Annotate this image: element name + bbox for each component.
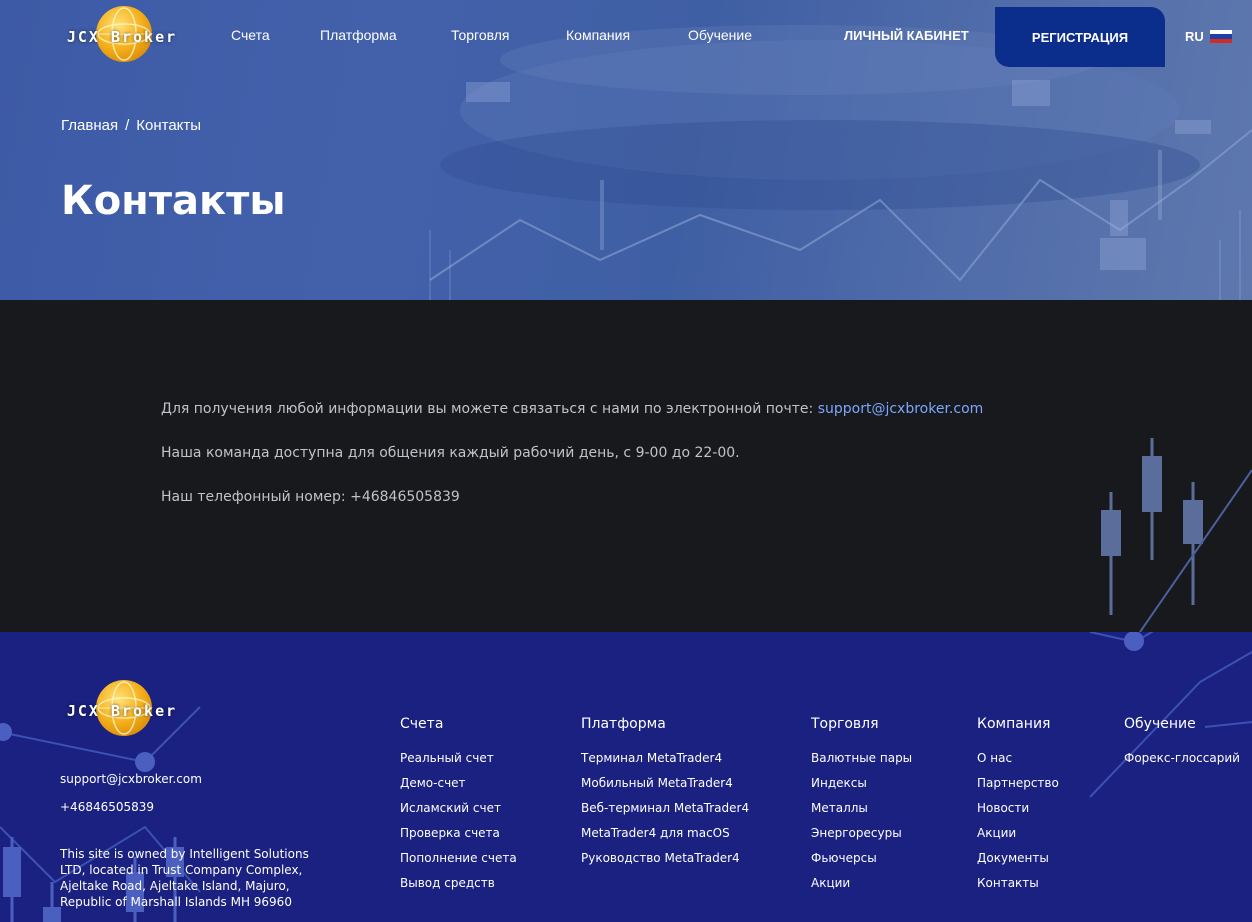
email-paragraph: Для получения любой информации вы можете… [161, 401, 983, 417]
register-button[interactable]: РЕГИСТРАЦИЯ [995, 7, 1165, 67]
nav-item-accounts[interactable]: Счета [231, 27, 270, 43]
footer-link[interactable]: О нас [977, 751, 1059, 776]
footer-link[interactable]: Партнерство [977, 776, 1059, 801]
footer-column-title: Компания [977, 716, 1051, 732]
footer-link[interactable]: Акции [811, 876, 912, 901]
hero-banner: JCX Broker Счета Платформа Торговля Комп… [0, 0, 1252, 300]
nav-item-platform[interactable]: Платформа [320, 27, 397, 43]
russia-flag-icon [1209, 29, 1232, 44]
footer-link[interactable]: Руководство MetaTrader4 [581, 851, 749, 876]
hours-paragraph: Наша команда доступна для общения каждый… [161, 445, 740, 461]
footer-link[interactable]: Энергоресуры [811, 826, 912, 851]
footer-link[interactable]: Индексы [811, 776, 912, 801]
footer-logo[interactable]: JCX Broker [60, 680, 184, 742]
footer-link[interactable]: Металлы [811, 801, 912, 826]
nav-item-education[interactable]: Обучение [688, 27, 752, 43]
email-text: Для получения любой информации вы можете… [161, 401, 818, 417]
footer-column-title: Платформа [581, 716, 666, 732]
breadcrumb: Главная / Контакты [61, 117, 201, 134]
footer-link[interactable]: Веб-терминал MetaTrader4 [581, 801, 749, 826]
breadcrumb-home[interactable]: Главная [61, 117, 118, 134]
support-email-link[interactable]: support@jcxbroker.com [818, 401, 984, 417]
footer-column-title: Счета [400, 716, 444, 732]
footer-link[interactable]: MetaTrader4 для macOS [581, 826, 749, 851]
footer-link[interactable]: Контакты [977, 876, 1059, 901]
footer-column-accounts: Счета Реальный счет Демо-счет Исламский … [400, 716, 517, 901]
footer-link[interactable]: Документы [977, 851, 1059, 876]
nav-item-company[interactable]: Компания [566, 27, 630, 43]
footer-link[interactable]: Проверка счета [400, 826, 517, 851]
contacts-content: Для получения любой информации вы можете… [0, 300, 1252, 632]
page-title: Контакты [61, 178, 286, 224]
footer-link[interactable]: Демо-счет [400, 776, 517, 801]
footer-link[interactable]: Фьючерсы [811, 851, 912, 876]
top-navbar: JCX Broker Счета Платформа Торговля Комп… [0, 0, 1252, 70]
footer-link[interactable]: Новости [977, 801, 1059, 826]
candlestick-decoration [1101, 438, 1252, 632]
footer-column-platform: Платформа Терминал MetaTrader4 Мобильный… [581, 716, 749, 876]
footer-column-title: Обучение [1124, 716, 1196, 732]
footer-logo-text: JCX Broker [66, 702, 178, 720]
breadcrumb-current: Контакты [136, 117, 202, 134]
footer-column-title: Торговля [811, 716, 879, 732]
footer-link[interactable]: Исламский счет [400, 801, 517, 826]
footer-link[interactable]: Акции [977, 826, 1059, 851]
footer-link[interactable]: Вывод средств [400, 876, 517, 901]
footer-link[interactable]: Валютные пары [811, 751, 912, 776]
language-selector[interactable]: RU [1185, 29, 1232, 44]
phone-paragraph: Наш телефонный номер: +46846505839 [161, 489, 460, 505]
footer-column-trading: Торговля Валютные пары Индексы Металлы Э… [811, 716, 912, 901]
footer-email[interactable]: support@jcxbroker.com [60, 772, 202, 786]
footer-link[interactable]: Пополнение счета [400, 851, 517, 876]
personal-cabinet-link[interactable]: ЛИЧНЫЙ КАБИНЕТ [844, 28, 969, 43]
logo-text: JCX Broker [66, 28, 178, 46]
footer-legal-text: This site is owned by Intelligent Soluti… [60, 847, 309, 909]
footer-link[interactable]: Терминал MetaTrader4 [581, 751, 749, 776]
breadcrumb-separator: / [125, 117, 130, 134]
footer-column-education: Обучение Форекс-глоссарий [1124, 716, 1240, 776]
header-logo[interactable]: JCX Broker [60, 6, 184, 68]
language-label: RU [1185, 29, 1204, 44]
footer-link[interactable]: Реальный счет [400, 751, 517, 776]
footer-column-company: Компания О нас Партнерство Новости Акции… [977, 716, 1059, 901]
site-footer: JCX Broker support@jcxbroker.com +468465… [0, 632, 1252, 922]
footer-link[interactable]: Мобильный MetaTrader4 [581, 776, 749, 801]
footer-phone[interactable]: +46846505839 [60, 800, 154, 814]
footer-link[interactable]: Форекс-глоссарий [1124, 751, 1240, 776]
nav-item-trading[interactable]: Торговля [451, 27, 509, 43]
